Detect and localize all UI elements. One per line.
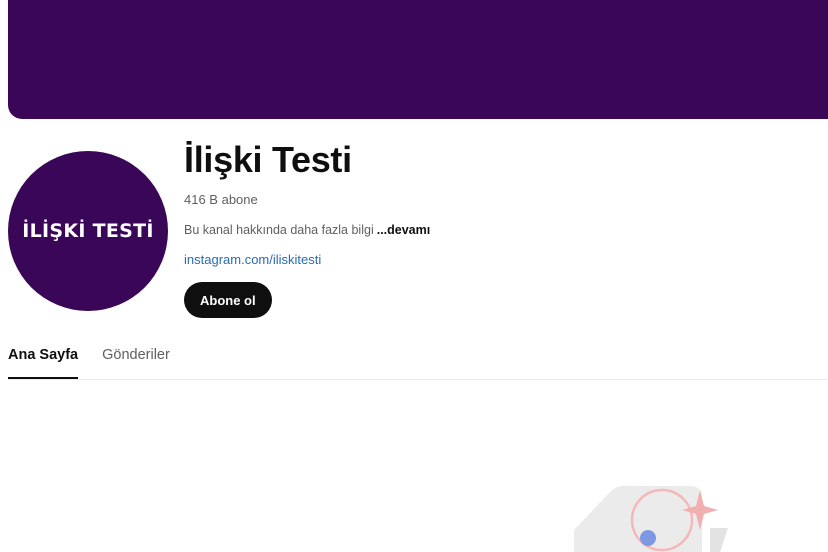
more-link[interactable]: ...devamı [377,223,431,237]
subscribe-button[interactable]: Abone ol [184,282,272,318]
channel-description[interactable]: Bu kanal hakkında daha fazla bilgi ...dev… [184,222,430,238]
description-text: Bu kanal hakkında daha fazla bilgi [184,223,374,237]
channel-link[interactable]: instagram.com/iliskitesti [184,252,430,268]
channel-info: İlişki Testi 416 B abone Bu kanal hakkın… [184,140,430,318]
avatar-logo-text: İLİŞKİ TESTİ [22,220,154,242]
tab-home[interactable]: Ana Sayfa [8,334,79,379]
channel-title: İlişki Testi [184,139,352,180]
channel-avatar[interactable]: İLİŞKİ TESTİ [8,151,168,311]
empty-state-illustration [574,485,728,552]
subscriber-count: 416 B abone [184,192,258,207]
channel-tabs: Ana Sayfa Gönderiler [8,334,828,380]
channel-banner [8,0,828,119]
channel-page: İLİŞKİ TESTİ İlişki Testi 416 B abone Bu… [0,0,828,552]
tab-posts[interactable]: Gönderiler [102,334,170,379]
